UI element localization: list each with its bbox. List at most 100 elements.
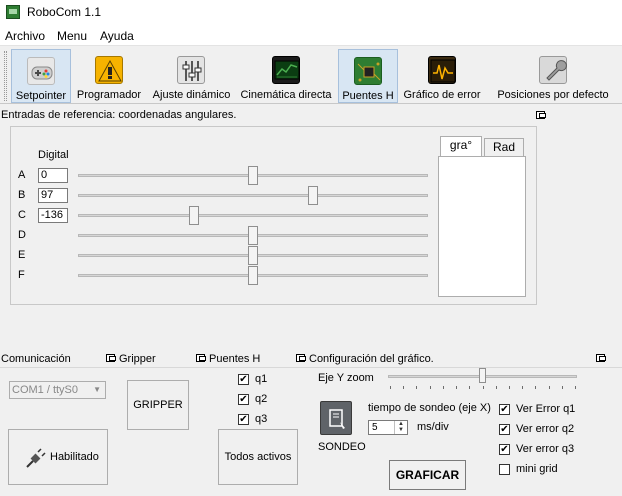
zoom-tick	[390, 386, 391, 389]
float-panel-icon[interactable]	[106, 354, 116, 362]
zoom-tick	[509, 386, 510, 389]
toolbar-ajuste-dinamico-button[interactable]: Ajuste dinámico	[149, 49, 234, 103]
window-title: RoboCom 1.1	[27, 5, 102, 19]
digital-label: Digital	[38, 149, 69, 161]
digital-input-a[interactable]: 0	[38, 168, 68, 183]
zoom-tick	[416, 386, 417, 389]
checkbox-q1[interactable]: ✔	[238, 374, 249, 385]
slider-thumb-e[interactable]	[248, 246, 258, 265]
checkbox-q3[interactable]: ✔	[238, 414, 249, 425]
chevron-down-icon: ▼	[93, 385, 101, 394]
joint-label-f: F	[18, 269, 25, 281]
oscilloscope-icon	[428, 56, 456, 84]
toolbar-posiciones-button[interactable]: Posiciones por defecto	[494, 49, 612, 103]
toolbar-button-label: Posiciones por defecto	[497, 89, 609, 101]
checkbox-label: q1	[255, 373, 268, 385]
slider-track-b[interactable]	[78, 194, 428, 197]
wrench-icon	[539, 56, 567, 84]
zoom-tick	[575, 386, 576, 389]
reference-panel-title: Entradas de referencia: coordenadas angu…	[1, 109, 237, 121]
float-panel-icon[interactable]	[596, 354, 606, 362]
menu-ayuda[interactable]: Ayuda	[100, 29, 134, 43]
zoom-tick	[430, 386, 431, 389]
joint-label-e: E	[18, 249, 26, 261]
joint-label-c: C	[18, 209, 26, 221]
float-panel-icon[interactable]	[196, 354, 206, 362]
toolbar-button-label: Gráfico de error	[403, 89, 481, 101]
construction-icon	[95, 56, 123, 84]
toolbar-grafico-error-button[interactable]: Gráfico de error	[402, 49, 482, 103]
graficar-button[interactable]: GRAFICAR	[389, 460, 466, 490]
joint-label-b: B	[18, 189, 26, 201]
zoom-tick	[403, 386, 404, 389]
slider-thumb-f[interactable]	[248, 266, 258, 285]
zoom-tick	[456, 386, 457, 389]
toolbar-grip[interactable]	[4, 51, 7, 101]
toolbar-puentes-h-button[interactable]: Puentes H	[338, 49, 398, 103]
gripper-title: Gripper	[119, 353, 156, 365]
divider	[0, 367, 622, 368]
tab-grados[interactable]: gra°	[440, 136, 482, 157]
sondeo-icon	[329, 409, 345, 429]
puentes-title: Puentes H	[209, 353, 261, 365]
zoom-tick	[443, 386, 444, 389]
checkbox-ver-error-q1[interactable]: ✔	[499, 404, 510, 415]
checkbox-ver-error-q2[interactable]: ✔	[499, 424, 510, 435]
sondeo-time-label: tiempo de sondeo (eje X)	[368, 402, 491, 414]
zoom-tick	[469, 386, 470, 389]
port-select[interactable]: COM1 / ttyS0 ▼	[9, 381, 106, 399]
checkbox-label: Ver error q3	[516, 443, 575, 455]
digital-input-b[interactable]: 97	[38, 188, 68, 203]
circuit-board-icon	[354, 57, 382, 85]
sondeo-time-spinbox[interactable]: 5 ▲ ▼	[368, 420, 408, 435]
gripper-button[interactable]: GRIPPER	[127, 380, 189, 430]
zoom-tick	[496, 386, 497, 389]
sondeo-time-value: 5	[372, 422, 378, 433]
menu-bar: Archivo Menu Ayuda	[0, 26, 622, 46]
sliders-icon	[177, 56, 205, 84]
menu-archivo[interactable]: Archivo	[5, 29, 45, 43]
slider-thumb-c[interactable]	[189, 206, 199, 225]
app-icon	[6, 5, 20, 19]
float-panel-icon[interactable]	[296, 354, 306, 362]
toolbar-button-label: Puentes H	[342, 90, 394, 102]
toolbar: Setpointer Programador Ajuste dinámico C…	[0, 47, 622, 104]
toolbar-cinematica-button[interactable]: Cinemática directa	[238, 49, 334, 103]
joint-label-d: D	[18, 229, 26, 241]
slider-track-c[interactable]	[78, 214, 428, 217]
slider-thumb-b[interactable]	[308, 186, 318, 205]
habilitado-label: Habilitado	[50, 451, 99, 463]
todos-activos-button[interactable]: Todos activos	[218, 429, 298, 485]
sondeo-button[interactable]	[320, 401, 352, 435]
checkbox-q2[interactable]: ✔	[238, 394, 249, 405]
joint-label-a: A	[18, 169, 26, 181]
zoom-slider-thumb[interactable]	[479, 368, 486, 383]
toolbar-programador-button[interactable]: Programador	[74, 49, 144, 103]
checkbox-mini-grid[interactable]	[499, 464, 510, 475]
zoom-tick	[522, 386, 523, 389]
digital-input-c[interactable]: -136	[38, 208, 68, 223]
zoom-label: Eje Y zoom	[318, 372, 374, 384]
checkbox-label: q3	[255, 413, 268, 425]
monitor-chart-icon	[272, 56, 300, 84]
slider-thumb-d[interactable]	[248, 226, 258, 245]
checkbox-label: q2	[255, 393, 268, 405]
float-panel-icon[interactable]	[536, 111, 546, 119]
habilitado-button[interactable]: Habilitado	[8, 429, 108, 485]
toolbar-button-label: Cinemática directa	[240, 89, 332, 101]
port-select-value: COM1 / ttyS0	[12, 384, 79, 396]
menu-menu[interactable]: Menu	[57, 29, 87, 43]
checkbox-ver-error-q3[interactable]: ✔	[499, 444, 510, 455]
toolbar-setpointer-button[interactable]: Setpointer	[11, 49, 71, 103]
toolbar-button-label: Ajuste dinámico	[152, 89, 231, 101]
checkbox-label: mini grid	[516, 463, 558, 475]
sondeo-label: SONDEO	[318, 441, 366, 453]
slider-thumb-a[interactable]	[248, 166, 258, 185]
spin-arrows-icon[interactable]: ▲▼	[394, 421, 407, 434]
toolbar-button-label: Setpointer	[15, 90, 67, 102]
tab-pane	[438, 156, 526, 297]
zoom-tick	[549, 386, 550, 389]
tab-radianes[interactable]: Rad	[484, 138, 524, 157]
title-bar: RoboCom 1.1	[0, 0, 622, 26]
sondeo-unit-label: ms/div	[417, 421, 449, 433]
